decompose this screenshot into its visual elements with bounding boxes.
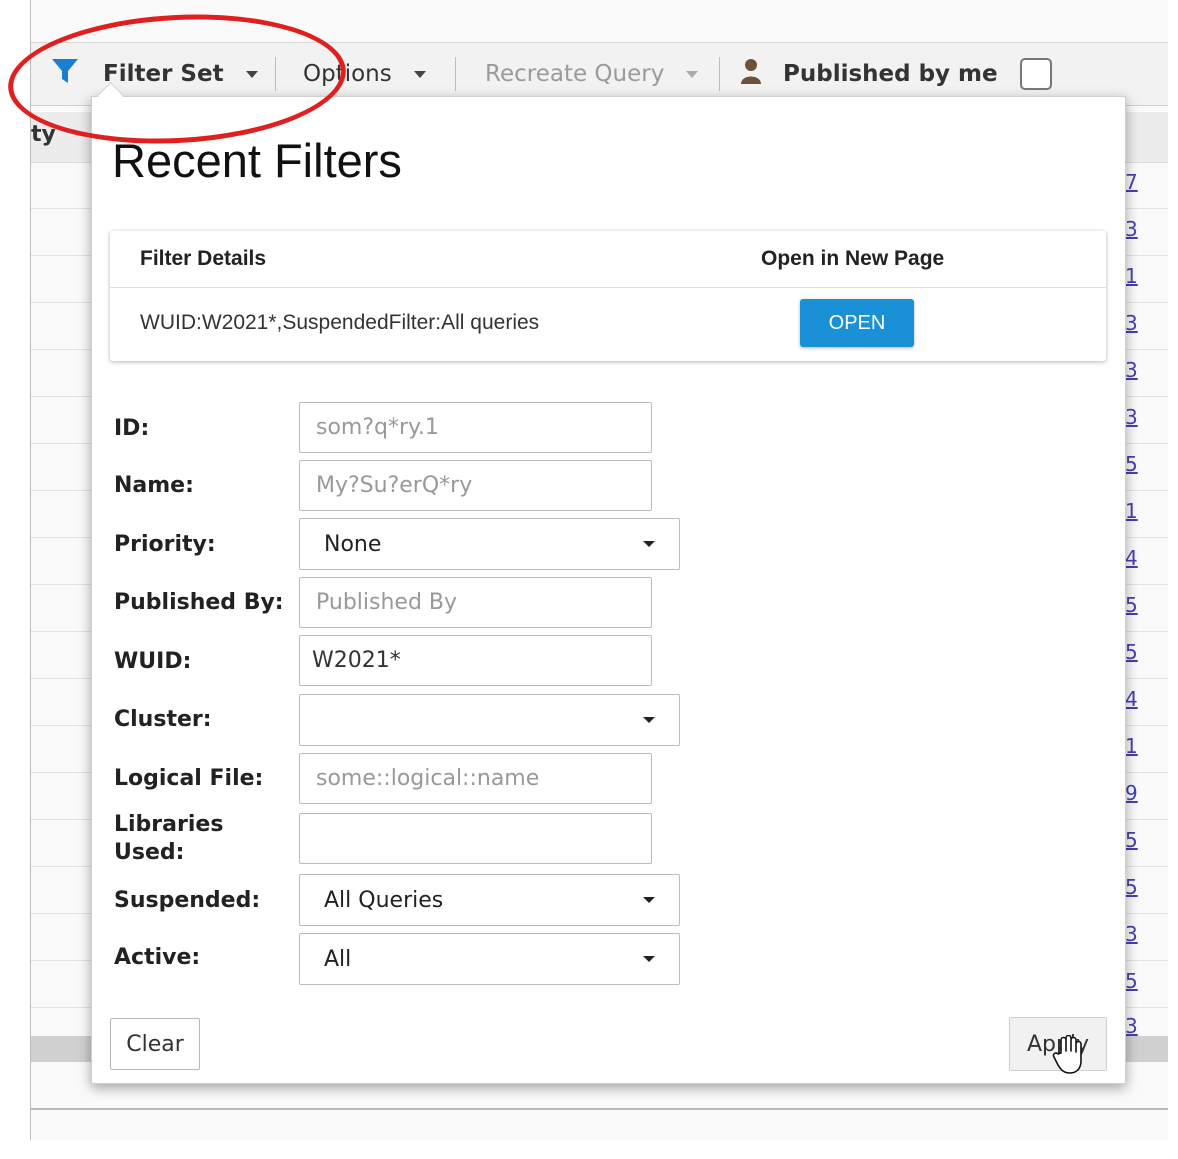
grid-link[interactable]: 3 xyxy=(1125,405,1138,429)
wuid-input[interactable]: W2021* xyxy=(299,635,652,686)
torn-edge-right xyxy=(1168,0,1178,1159)
chevron-down-icon xyxy=(643,956,655,962)
filter-popover: Recent Filters Filter Details Open in Ne… xyxy=(91,96,1126,1084)
published-by-placeholder: Published By xyxy=(316,590,458,615)
id-label: ID: xyxy=(114,416,150,441)
col-filter-details: Filter Details xyxy=(140,247,267,270)
toolbar-divider xyxy=(455,57,456,91)
name-input[interactable]: My?Su?erQ*ry xyxy=(299,460,652,511)
published-by-label: Published By: xyxy=(114,590,284,615)
libraries-used-input[interactable] xyxy=(299,813,652,864)
suspended-label: Suspended: xyxy=(114,888,261,913)
grid-link[interactable]: 5 xyxy=(1125,828,1138,852)
published-by-me-checkbox[interactable] xyxy=(1019,58,1052,90)
torn-edge-bottom xyxy=(0,1140,1178,1159)
suspended-select[interactable]: All Queries xyxy=(299,874,680,926)
active-value: All xyxy=(324,946,352,972)
grid-link[interactable]: 3 xyxy=(1125,358,1138,382)
wuid-label: WUID: xyxy=(114,649,192,674)
name-placeholder: My?Su?erQ*ry xyxy=(316,473,473,498)
name-label: Name: xyxy=(114,473,194,498)
grid-link[interactable]: 3 xyxy=(1125,217,1138,241)
libraries-used-label-line1: Libraries xyxy=(114,812,224,837)
priority-label: Priority: xyxy=(114,532,216,557)
chevron-down-icon xyxy=(643,897,655,903)
grid-link[interactable]: 3 xyxy=(1125,922,1138,946)
chevron-down-icon xyxy=(643,717,655,723)
libraries-used-label-line2: Used: xyxy=(114,840,185,865)
grid-link[interactable]: 4 xyxy=(1125,687,1138,711)
id-placeholder: som?q*ry.1 xyxy=(316,415,439,440)
grid-link[interactable]: 5 xyxy=(1125,452,1138,476)
active-select[interactable]: All xyxy=(299,933,680,985)
open-button[interactable]: OPEN xyxy=(800,299,914,347)
grid-link[interactable]: 1 xyxy=(1125,734,1138,758)
hand-cursor-icon xyxy=(1052,1034,1082,1079)
grid-link[interactable]: 4 xyxy=(1125,546,1138,570)
active-label: Active: xyxy=(114,945,201,970)
grid-link[interactable]: 9 xyxy=(1125,781,1138,805)
toolbar-divider xyxy=(719,57,720,91)
logical-file-placeholder: some::logical::name xyxy=(316,766,540,791)
user-icon xyxy=(741,58,761,90)
logical-file-label: Logical File: xyxy=(114,766,264,791)
grid-link[interactable]: 7 xyxy=(1125,170,1138,194)
priority-select[interactable]: None xyxy=(299,518,680,570)
grid-link[interactable]: 5 xyxy=(1125,875,1138,899)
suspended-value: All Queries xyxy=(324,887,444,913)
grid-link[interactable]: 3 xyxy=(1125,1014,1138,1038)
recreate-query-label: Recreate Query xyxy=(485,61,665,87)
recent-filters-table: Filter Details Open in New Page WUID:W20… xyxy=(110,231,1106,361)
wuid-value: W2021* xyxy=(312,648,401,673)
libraries-used-label: Libraries Used: xyxy=(114,811,223,867)
grid-link[interactable]: 3 xyxy=(1125,311,1138,335)
priority-value: None xyxy=(324,531,382,557)
published-by-input[interactable]: Published By xyxy=(299,577,652,628)
grid-link[interactable]: 5 xyxy=(1125,593,1138,617)
cluster-select[interactable] xyxy=(299,694,680,746)
published-by-me-label: Published by me xyxy=(783,61,998,87)
chevron-down-icon xyxy=(643,541,655,547)
col-open-in-new-page: Open in New Page xyxy=(761,247,945,270)
grid-link[interactable]: 5 xyxy=(1125,969,1138,993)
clear-button[interactable]: Clear xyxy=(110,1018,200,1070)
cluster-label: Cluster: xyxy=(114,707,212,732)
footer-divider xyxy=(31,1108,1171,1110)
grid-link[interactable]: 1 xyxy=(1125,499,1138,523)
recent-filter-value: WUID:W2021*,SuspendedFilter:All queries xyxy=(140,311,540,334)
grid-link[interactable]: 5 xyxy=(1125,640,1138,664)
chevron-down-icon xyxy=(413,70,426,78)
logical-file-input[interactable]: some::logical::name xyxy=(299,753,652,804)
grid-link[interactable]: 1 xyxy=(1125,264,1138,288)
id-input[interactable]: som?q*ry.1 xyxy=(299,402,652,453)
chevron-down-icon xyxy=(686,70,699,78)
